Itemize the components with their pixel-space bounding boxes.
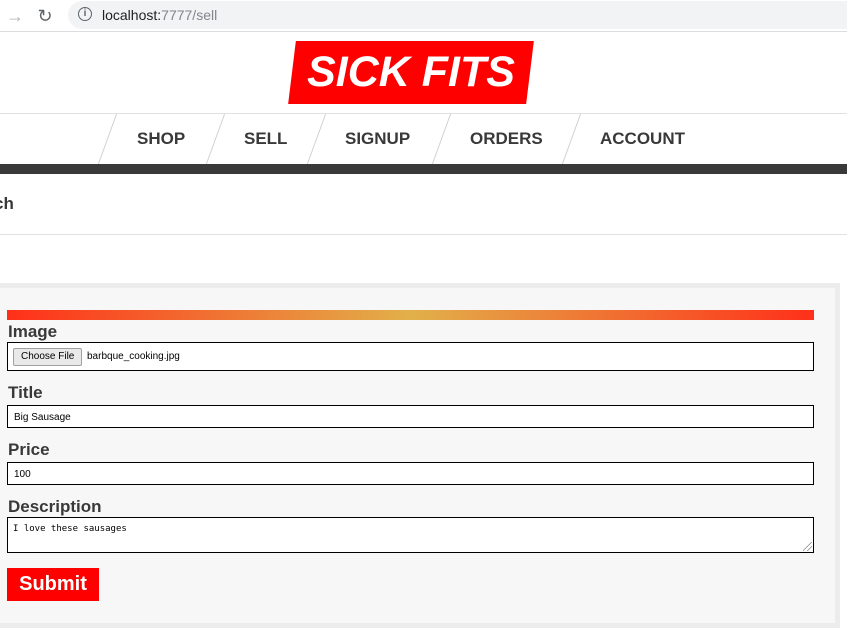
url-path: 7777/sell — [161, 7, 218, 23]
sell-form — [0, 283, 840, 628]
resize-grip-icon[interactable] — [803, 542, 812, 551]
image-file-input[interactable]: Choose File barbque_cooking.jpg — [7, 342, 814, 371]
browser-toolbar: → ↻ i localhost:7777/sell — [0, 0, 847, 32]
submit-button[interactable]: Submit — [7, 568, 99, 601]
form-loading-bar — [7, 310, 814, 320]
nav-divider — [431, 114, 452, 164]
title-input[interactable]: Big Sausage — [7, 405, 814, 428]
logo-text: SICK FITS — [307, 48, 515, 96]
price-input[interactable]: 100 — [7, 462, 814, 485]
reload-icon[interactable]: ↻ — [34, 5, 56, 27]
site-header: SICK FITS — [0, 33, 847, 114]
nav-divider — [561, 114, 582, 164]
price-label: Price — [8, 440, 50, 459]
nav-divider — [205, 114, 226, 164]
nav-signup[interactable]: SIGNUP — [345, 114, 410, 164]
file-name: barbque_cooking.jpg — [87, 351, 180, 362]
price-value: 100 — [14, 469, 31, 480]
address-bar[interactable]: i localhost:7777/sell — [68, 1, 847, 29]
nav-account[interactable]: ACCOUNT — [600, 114, 685, 164]
description-textarea[interactable]: I love these sausages — [7, 517, 814, 553]
search-label: ch — [0, 194, 14, 213]
arrow-left-icon[interactable]: → — [4, 5, 26, 27]
search-bar[interactable]: ch — [0, 174, 847, 235]
title-label: Title — [8, 383, 43, 402]
nav-divider — [306, 114, 327, 164]
logo[interactable]: SICK FITS — [288, 41, 534, 104]
info-icon[interactable]: i — [78, 7, 92, 21]
choose-file-button[interactable]: Choose File — [13, 348, 83, 366]
nav-divider — [97, 114, 118, 164]
nav-sell[interactable]: SELL — [244, 114, 287, 164]
title-value: Big Sausage — [14, 412, 71, 423]
main-nav: SHOP SELL SIGNUP ORDERS ACCOUNT — [0, 114, 847, 164]
url-host: localhost: — [102, 7, 162, 23]
nav-orders[interactable]: ORDERS — [470, 114, 543, 164]
image-label: Image — [8, 322, 58, 341]
description-value: I love these sausages — [13, 524, 127, 534]
description-label: Description — [8, 497, 102, 516]
nav-shop[interactable]: SHOP — [137, 114, 185, 164]
header-divider-bar — [0, 164, 847, 174]
url-text: localhost:7777/sell — [102, 7, 217, 23]
